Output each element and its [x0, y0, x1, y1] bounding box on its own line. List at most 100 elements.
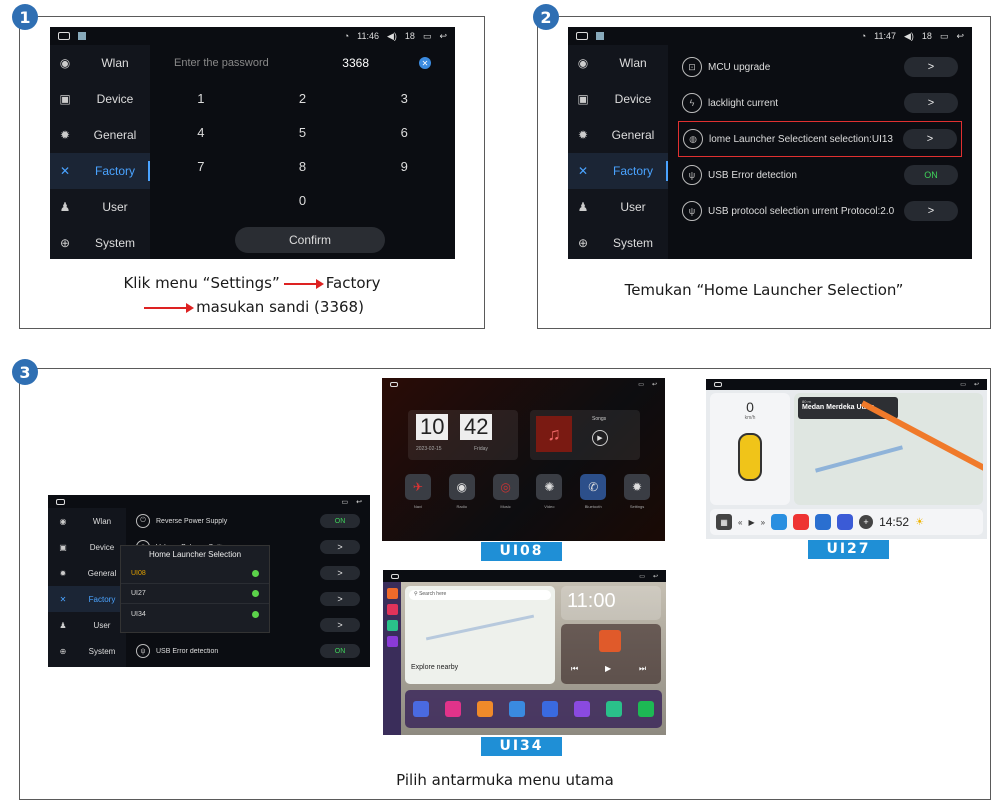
app-radio[interactable]: ◉ Radio — [448, 474, 475, 509]
toggle-switch[interactable]: ON — [320, 514, 360, 528]
home-icon[interactable] — [58, 32, 70, 40]
key-button[interactable]: 4 — [150, 125, 252, 140]
sidebar-item-general[interactable]: ✹ General — [50, 117, 150, 153]
app-icon[interactable] — [793, 514, 810, 530]
map-card[interactable]: ⚲ Search here Explore nearby — [405, 586, 555, 684]
sidebar-item-system[interactable]: ⊕ System — [568, 225, 668, 259]
launcher-option-ui34[interactable]: UI34 — [121, 604, 269, 624]
app-bluetooth[interactable]: ✆ Bluetooth — [580, 474, 607, 509]
list-item[interactable]: ⏻ Reverse Power Supply ON — [132, 508, 364, 534]
key-button[interactable]: 3 — [353, 91, 455, 106]
window-icon[interactable]: ▭ — [960, 381, 966, 388]
back-icon[interactable]: ↩ — [652, 381, 657, 388]
app-music[interactable]: ◎ Music — [492, 474, 519, 509]
key-button[interactable]: 1 — [150, 91, 252, 106]
equalizer-icon[interactable] — [573, 701, 590, 717]
sidebar-item-wlan[interactable]: ◉ Wlan — [50, 45, 150, 81]
back-icon[interactable]: ↩ — [974, 381, 979, 388]
radio-dot-icon[interactable] — [252, 570, 259, 577]
map-pin-icon[interactable] — [413, 701, 430, 717]
list-item-usb-error[interactable]: ψ USB Error detection ON — [678, 157, 962, 193]
app-icon[interactable] — [386, 620, 398, 631]
app-grid-icon[interactable]: ▦ — [716, 514, 732, 530]
app-icon[interactable] — [386, 636, 398, 647]
home-icon[interactable] — [714, 382, 722, 387]
chevron-button[interactable]: > — [903, 129, 957, 149]
music-icon[interactable] — [445, 701, 462, 717]
play-icon[interactable]: ▶ — [592, 430, 608, 446]
prev-icon[interactable]: « — [738, 518, 742, 527]
sidebar-item-general[interactable]: ✹ General — [48, 560, 126, 586]
chevron-button[interactable]: > — [320, 540, 360, 554]
back-icon[interactable]: ↩ — [356, 498, 362, 506]
sidebar-item-user[interactable]: ♟ User — [50, 189, 150, 225]
sidebar-item-user[interactable]: ♟ User — [568, 189, 668, 225]
back-icon[interactable]: ↩ — [956, 31, 964, 42]
list-item[interactable]: ψ USB Error detection ON — [132, 638, 364, 664]
key-button[interactable]: 7 — [150, 159, 252, 174]
clear-icon[interactable]: ✕ — [419, 57, 431, 69]
sidebar-item-wlan[interactable]: ◉ Wlan — [48, 508, 126, 534]
chevron-button[interactable]: > — [904, 57, 958, 77]
chevron-button[interactable]: > — [904, 201, 958, 221]
chevron-button[interactable]: > — [320, 592, 360, 606]
app-icon[interactable] — [386, 588, 398, 599]
prev-icon[interactable]: ⏮ — [571, 664, 578, 674]
next-icon[interactable]: ⏭ — [639, 664, 646, 674]
next-icon[interactable]: » — [761, 518, 765, 527]
chevron-button[interactable]: > — [904, 93, 958, 113]
radio-dot-icon[interactable] — [252, 590, 259, 597]
music-card[interactable]: ⏮ ▶ ⏭ — [561, 624, 661, 684]
key-button[interactable]: 0 — [252, 193, 354, 208]
list-item-mcu-upgrade[interactable]: ⊡ MCU upgrade > — [678, 49, 962, 85]
sidebar-item-device[interactable]: ▣ Device — [50, 81, 150, 117]
app-icon[interactable] — [837, 514, 854, 530]
sidebar-item-system[interactable]: ⊕ System — [50, 225, 150, 259]
toggle-switch[interactable]: ON — [904, 165, 958, 185]
phone-icon[interactable] — [541, 701, 558, 717]
password-placeholder[interactable]: Enter the password — [174, 57, 342, 69]
app-icon[interactable] — [815, 514, 832, 530]
confirm-button[interactable]: Confirm — [235, 227, 385, 253]
spotify-icon[interactable] — [637, 701, 654, 717]
key-button[interactable]: 9 — [353, 159, 455, 174]
launcher-option-ui27[interactable]: UI27 — [121, 584, 269, 604]
sidebar-item-factory[interactable]: ✕ Factory — [50, 153, 150, 189]
chevron-button[interactable]: > — [320, 618, 360, 632]
list-item-home-launcher[interactable]: ◍ lome Launcher Selecticent selection:UI1… — [678, 121, 962, 157]
app-settings[interactable]: ✹ Settings — [624, 474, 651, 509]
vehicle-icon[interactable] — [605, 701, 622, 717]
sidebar-item-user[interactable]: ♟ User — [48, 612, 126, 638]
window-icon[interactable]: ▭ — [940, 31, 949, 42]
home-icon[interactable] — [576, 32, 588, 40]
key-button[interactable]: 2 — [252, 91, 354, 106]
list-item-usb-protocol[interactable]: ψ USB protocol selection urrent Protocol:… — [678, 193, 962, 229]
music-widget[interactable]: ♫ Songs ▶ — [530, 410, 640, 460]
add-icon[interactable]: + — [859, 515, 874, 529]
play-icon[interactable]: ▶ — [748, 518, 754, 527]
window-icon[interactable]: ▭ — [342, 498, 349, 506]
music-player-icon[interactable] — [477, 701, 494, 717]
home-icon[interactable] — [390, 381, 398, 387]
sidebar-item-device[interactable]: ▣ Device — [568, 81, 668, 117]
app-video[interactable]: ✺ Video — [536, 474, 563, 509]
radio-icon[interactable] — [509, 701, 526, 717]
back-icon[interactable]: ↩ — [653, 573, 658, 580]
app-icon[interactable] — [386, 604, 398, 615]
key-button[interactable]: 5 — [252, 125, 354, 140]
home-icon[interactable] — [391, 573, 399, 579]
home-icon[interactable] — [56, 498, 65, 505]
sidebar-item-factory[interactable]: ✕ Factory — [48, 586, 126, 612]
sidebar-item-device[interactable]: ▣ Device — [48, 534, 126, 560]
list-item-backlight[interactable]: ϟ lacklight current > — [678, 85, 962, 121]
app-icon[interactable] — [771, 514, 788, 530]
sidebar-item-factory[interactable]: ✕ Factory — [568, 153, 668, 189]
sidebar-item-wlan[interactable]: ◉ Wlan — [568, 45, 668, 81]
window-icon[interactable]: ▭ — [423, 31, 432, 42]
key-button[interactable]: 6 — [353, 125, 455, 140]
toggle-switch[interactable]: ON — [320, 644, 360, 658]
back-icon[interactable]: ↩ — [439, 31, 447, 42]
window-icon[interactable]: ▭ — [638, 381, 644, 388]
map-search[interactable]: ⚲ Search here — [409, 590, 551, 600]
chevron-button[interactable]: > — [320, 566, 360, 580]
